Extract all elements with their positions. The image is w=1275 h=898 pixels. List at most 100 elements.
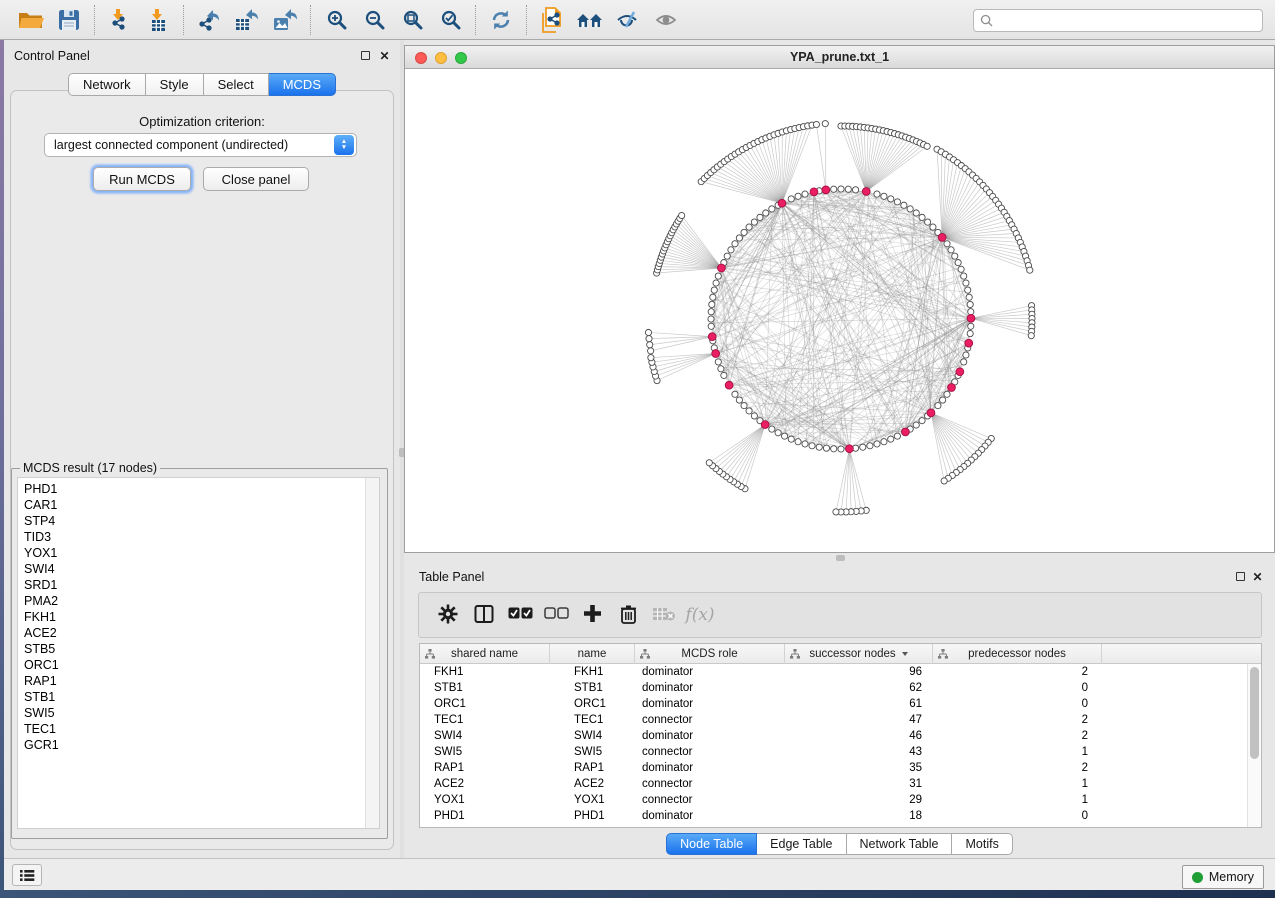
network-node[interactable] [769, 426, 775, 432]
network-node[interactable] [724, 253, 730, 259]
network-node[interactable] [965, 287, 971, 293]
column-header-MCDS-role[interactable]: MCDS role [635, 644, 785, 664]
network-node[interactable] [728, 247, 734, 253]
network-canvas[interactable] [405, 69, 1274, 552]
network-node[interactable] [648, 355, 654, 361]
network-node[interactable] [715, 273, 721, 279]
network-node[interactable] [831, 186, 837, 192]
network-node[interactable] [732, 241, 738, 247]
close-panel-button[interactable]: Close panel [203, 167, 309, 191]
tab-select[interactable]: Select [204, 73, 269, 96]
network-graph[interactable] [405, 69, 1274, 552]
select-all-button[interactable] [503, 598, 537, 632]
column-header-predecessor-nodes[interactable]: predecessor nodes [933, 644, 1102, 664]
network-node[interactable] [708, 309, 714, 315]
zoom-fit-button[interactable] [393, 3, 431, 37]
task-history-button[interactable] [12, 864, 42, 886]
mcds-result-item[interactable]: SRD1 [24, 577, 379, 593]
network-node[interactable] [775, 430, 781, 436]
table-close-icon[interactable]: ✕ [1251, 570, 1264, 583]
network-node[interactable] [751, 413, 757, 419]
import-table-button[interactable] [139, 3, 177, 37]
network-node[interactable] [648, 348, 654, 354]
table-row[interactable]: YOX1YOX1connector291 [420, 792, 1249, 808]
export-image-button[interactable] [266, 3, 304, 37]
network-node[interactable] [924, 143, 930, 149]
network-node[interactable] [944, 391, 950, 397]
settings-gear-button[interactable] [431, 598, 465, 632]
network-node[interactable] [941, 478, 947, 484]
network-node[interactable] [961, 273, 967, 279]
network-node[interactable] [709, 301, 715, 307]
network-node[interactable] [919, 418, 925, 424]
mcds-dominator-node[interactable] [718, 264, 726, 272]
network-node[interactable] [1027, 267, 1033, 273]
hide-details-button[interactable] [609, 3, 647, 37]
network-node[interactable] [935, 403, 941, 409]
tab-style[interactable]: Style [146, 73, 204, 96]
network-node[interactable] [940, 397, 946, 403]
network-node[interactable] [711, 287, 717, 293]
mcds-result-item[interactable]: STB5 [24, 641, 379, 657]
network-node[interactable] [967, 301, 973, 307]
mcds-result-item[interactable]: ACE2 [24, 625, 379, 641]
network-node[interactable] [646, 336, 652, 342]
mcds-result-item[interactable]: STB1 [24, 689, 379, 705]
network-node[interactable] [968, 309, 974, 315]
network-node[interactable] [925, 219, 931, 225]
network-node[interactable] [763, 210, 769, 216]
mcds-result-item[interactable]: PMA2 [24, 593, 379, 609]
network-node[interactable] [746, 408, 752, 414]
export-table-button[interactable] [228, 3, 266, 37]
network-node[interactable] [913, 210, 919, 216]
network-node[interactable] [888, 196, 894, 202]
mcds-dominator-node[interactable] [965, 339, 973, 347]
memory-button[interactable]: Memory [1182, 865, 1264, 889]
mcds-dominator-node[interactable] [938, 233, 946, 241]
tab-node-table[interactable]: Node Table [666, 833, 757, 855]
network-node[interactable] [963, 280, 969, 286]
network-node[interactable] [715, 359, 721, 365]
open-folder-button[interactable] [12, 3, 50, 37]
network-node[interactable] [679, 212, 685, 218]
table-row[interactable]: TEC1TEC1connector472 [420, 712, 1249, 728]
network-node[interactable] [732, 391, 738, 397]
mcds-result-item[interactable]: SWI5 [24, 705, 379, 721]
show-eye-button[interactable] [647, 3, 685, 37]
network-node[interactable] [955, 259, 961, 265]
mcds-result-item[interactable]: YOX1 [24, 545, 379, 561]
column-header-shared-name[interactable]: shared name [420, 644, 550, 664]
network-node[interactable] [894, 199, 900, 205]
network-node[interactable] [961, 359, 967, 365]
network-node[interactable] [706, 460, 712, 466]
network-node[interactable] [881, 439, 887, 445]
network-node[interactable] [718, 366, 724, 372]
network-node[interactable] [708, 316, 714, 322]
table-row[interactable]: FKH1FKH1dominator962 [420, 664, 1249, 680]
network-search-button[interactable] [571, 3, 609, 37]
mcds-dominator-node[interactable] [956, 368, 964, 376]
delete-entry-button[interactable] [611, 598, 645, 632]
table-row[interactable]: ACE2ACE2connector311 [420, 776, 1249, 792]
network-node[interactable] [645, 329, 651, 335]
network-node[interactable] [788, 196, 794, 202]
mcds-result-item[interactable]: RAP1 [24, 673, 379, 689]
mcds-dominator-node[interactable] [708, 333, 716, 341]
mcds-dominator-node[interactable] [822, 186, 830, 194]
mcds-result-list[interactable]: PHD1CAR1STP4TID3YOX1SWI4SRD1PMA2FKH1ACE2… [17, 477, 380, 829]
float-panel-icon[interactable] [359, 49, 372, 62]
column-header-name[interactable]: name [550, 644, 635, 664]
network-node[interactable] [795, 439, 801, 445]
network-node[interactable] [881, 193, 887, 199]
network-node[interactable] [919, 214, 925, 220]
run-mcds-button[interactable]: Run MCDS [93, 167, 191, 191]
mcds-result-item[interactable]: TID3 [24, 529, 379, 545]
mcds-dominator-node[interactable] [967, 314, 975, 322]
network-node[interactable] [769, 206, 775, 212]
network-node[interactable] [809, 443, 815, 449]
network-node[interactable] [746, 224, 752, 230]
tab-mcds[interactable]: MCDS [269, 73, 336, 96]
network-node[interactable] [788, 436, 794, 442]
network-node[interactable] [958, 266, 964, 272]
zoom-out-button[interactable] [355, 3, 393, 37]
